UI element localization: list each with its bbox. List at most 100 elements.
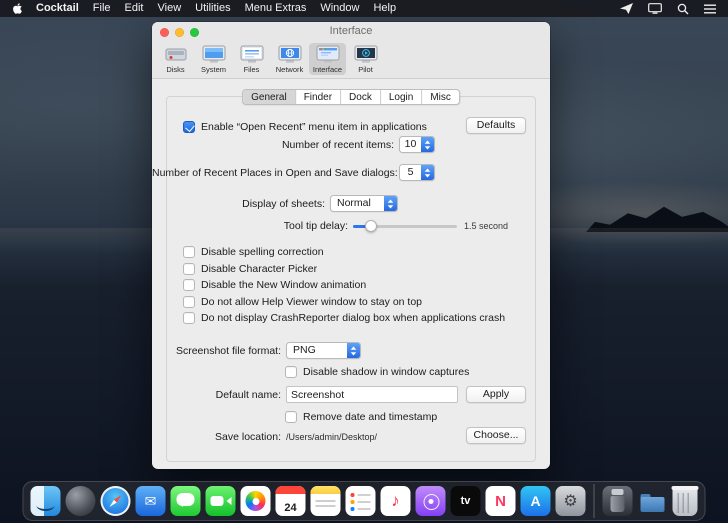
option-disable-character-picker[interactable]: Disable Character Picker [183, 263, 505, 276]
finder-icon[interactable] [31, 486, 61, 516]
safari-icon[interactable] [101, 486, 131, 516]
tab-login[interactable]: Login [381, 90, 422, 104]
menu-menu-extras[interactable]: Menu Extras [238, 0, 314, 17]
stepper-arrows-icon[interactable] [421, 137, 434, 152]
option-label: Do not display CrashReporter dialog box … [201, 312, 505, 324]
screenshot-format-popup[interactable]: PNG [286, 342, 361, 359]
reminders-icon[interactable] [346, 486, 376, 516]
open-recent-checkbox[interactable] [183, 121, 195, 133]
calendar-icon[interactable]: 24 [276, 486, 306, 516]
sheets-popup[interactable]: Normal [330, 195, 398, 212]
shadow-option-label: Disable shadow in window captures [303, 366, 469, 378]
news-glyph: N [486, 486, 516, 516]
tab-bar: General Finder Dock Login Misc [242, 89, 460, 105]
menu-window[interactable]: Window [313, 0, 366, 17]
checkbox-icon[interactable] [183, 296, 195, 308]
tab-dock[interactable]: Dock [341, 90, 381, 104]
dock: ✉ 24 ♪ tv N A ⚙ [23, 481, 706, 521]
option-label: Disable Character Picker [201, 263, 317, 275]
switcher-icon[interactable] [704, 4, 716, 14]
defaults-button[interactable]: Defaults [466, 117, 526, 134]
messages-icon[interactable] [171, 486, 201, 516]
option-disable-spelling[interactable]: Disable spelling correction [183, 246, 505, 259]
apple-menu[interactable] [10, 2, 29, 15]
photos-icon[interactable] [241, 486, 271, 516]
recent-items-value: 10 [400, 137, 421, 152]
menu-file[interactable]: File [86, 0, 118, 17]
apple-icon [12, 2, 23, 15]
checkbox-icon[interactable] [183, 312, 195, 324]
timestamp-option-row[interactable]: Remove date and timestamp [285, 408, 437, 425]
trash-icon[interactable] [673, 486, 698, 516]
menu-app-name[interactable]: Cocktail [29, 0, 86, 17]
menu-help[interactable]: Help [366, 0, 403, 17]
tab-general[interactable]: General [243, 90, 296, 104]
choose-button[interactable]: Choose... [466, 427, 526, 444]
tooltip-delay-slider[interactable] [353, 220, 457, 232]
option-disable-new-window-animation[interactable]: Disable the New Window animation [183, 279, 505, 292]
app-store-glyph: A [521, 486, 551, 516]
save-location-label: Save location: [152, 431, 286, 443]
tooltip-delay-value: 1.5 second [464, 221, 508, 231]
option-label: Disable the New Window animation [201, 279, 366, 291]
recent-places-label: Number of Recent Places in Open and Save… [152, 167, 399, 179]
sheets-row: Display of sheets: Normal [152, 195, 550, 212]
option-help-viewer-on-top[interactable]: Do not allow Help Viewer window to stay … [183, 296, 505, 309]
default-name-input[interactable] [286, 386, 458, 403]
recent-items-stepper[interactable]: 10 [399, 136, 435, 153]
recent-places-stepper[interactable]: 5 [399, 164, 435, 181]
sheets-label: Display of sheets: [152, 198, 330, 210]
option-label: Disable spelling correction [201, 246, 324, 258]
save-location-value: /Users/admin/Desktop/ [286, 432, 377, 442]
tv-icon[interactable]: tv [451, 486, 481, 516]
checkbox-icon[interactable] [183, 263, 195, 275]
option-crashreporter-dialog[interactable]: Do not display CrashReporter dialog box … [183, 312, 505, 325]
open-recent-label: Enable “Open Recent” menu item in applic… [201, 121, 427, 133]
shadow-option-row[interactable]: Disable shadow in window captures [285, 363, 469, 380]
notes-icon[interactable] [311, 486, 341, 516]
timestamp-option-label: Remove date and timestamp [303, 411, 437, 423]
downloads-folder-icon[interactable] [638, 486, 668, 516]
screenshot-format-value: PNG [287, 343, 347, 358]
music-icon[interactable]: ♪ [381, 486, 411, 516]
cocktail-app-icon[interactable] [603, 486, 633, 516]
podcasts-icon[interactable] [416, 486, 446, 516]
paper-plane-icon[interactable] [620, 3, 633, 14]
default-name-label: Default name: [152, 389, 286, 401]
checkbox-icon[interactable] [183, 246, 195, 258]
launchpad-icon[interactable] [66, 486, 96, 516]
calendar-day: 24 [276, 502, 306, 514]
system-preferences-icon[interactable]: ⚙ [556, 486, 586, 516]
checkbox-icon[interactable] [183, 279, 195, 291]
news-icon[interactable]: N [486, 486, 516, 516]
dock-separator [594, 484, 595, 518]
app-store-icon[interactable]: A [521, 486, 551, 516]
recent-items-row: Number of recent items: 10 [152, 136, 550, 153]
popup-arrows-icon [384, 196, 397, 211]
menu-edit[interactable]: Edit [118, 0, 151, 17]
screenshot-format-row: Screenshot file format: PNG [152, 342, 550, 359]
option-label: Do not allow Help Viewer window to stay … [201, 296, 422, 308]
recent-places-value: 5 [400, 165, 421, 180]
timestamp-checkbox[interactable] [285, 411, 297, 423]
popup-arrows-icon [347, 343, 360, 358]
slider-thumb[interactable] [365, 220, 377, 232]
tab-finder[interactable]: Finder [296, 90, 341, 104]
recent-places-row: Number of Recent Places in Open and Save… [152, 164, 550, 181]
shadow-checkbox[interactable] [285, 366, 297, 378]
menu-view[interactable]: View [151, 0, 189, 17]
search-icon[interactable] [677, 3, 689, 15]
music-glyph: ♪ [381, 486, 411, 516]
stepper-arrows-icon[interactable] [421, 165, 434, 180]
mail-icon[interactable]: ✉ [136, 486, 166, 516]
tab-misc[interactable]: Misc [422, 90, 459, 104]
display-icon[interactable] [648, 3, 662, 14]
options-list: Disable spelling correction Disable Char… [183, 246, 505, 329]
menu-bar: Cocktail File Edit View Utilities Menu E… [0, 0, 728, 17]
screenshot-format-label: Screenshot file format: [152, 345, 286, 357]
menu-utilities[interactable]: Utilities [188, 0, 237, 17]
apply-button[interactable]: Apply [466, 386, 526, 403]
sheets-value: Normal [331, 196, 384, 211]
facetime-icon[interactable] [206, 486, 236, 516]
menu-status-area [620, 3, 718, 15]
